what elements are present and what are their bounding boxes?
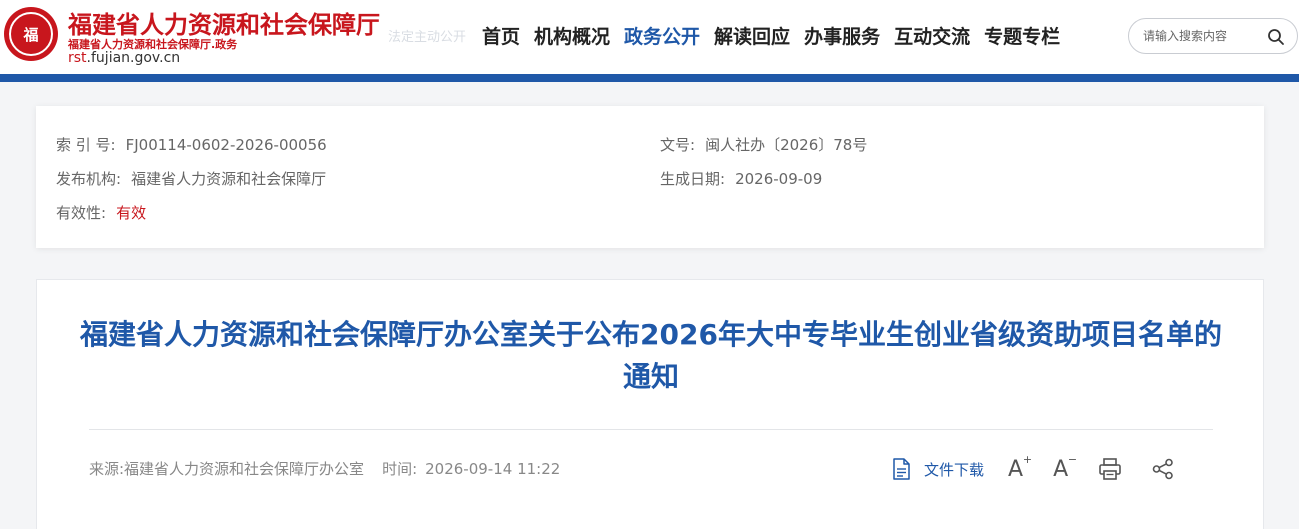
site-domain: rst.fujian.gov.cn <box>68 50 180 66</box>
file-download-label: 文件下载 <box>924 460 985 479</box>
emblem-ring: 福 <box>9 12 53 56</box>
meta-date-value: 2026-09-09 <box>735 170 823 188</box>
font-increase-letter: A <box>1008 456 1024 482</box>
emblem-logo[interactable]: 福 <box>4 7 58 61</box>
font-increase-mark: + <box>1022 452 1033 466</box>
font-decrease-letter: A <box>1053 456 1069 482</box>
article-info: 来源:福建省人力资源和社会保障厅办公室 时间: 2026-09-14 11:22 <box>89 458 560 479</box>
title-divider <box>89 429 1213 430</box>
document-icon <box>893 458 910 480</box>
share-icon <box>1152 458 1173 480</box>
meta-index-value: FJ00114-0602-2026-00056 <box>125 136 327 154</box>
nav-item-home[interactable]: 首页 <box>482 22 520 49</box>
file-download-button[interactable]: 文件下载 <box>892 458 1008 480</box>
nav-item-interpretation[interactable]: 解读回应 <box>714 22 790 49</box>
meta-validity-value: 有效 <box>116 204 147 222</box>
article-tools: 文件下载 A + A − <box>892 453 1174 484</box>
article-source: 来源:福建省人力资源和社会保障厅办公室 <box>89 460 365 478</box>
meta-doc-number: 文号: 闽人社办〔2026〕78号 <box>660 134 867 155</box>
nav-item-services[interactable]: 办事服务 <box>804 22 880 49</box>
nav-item-topics[interactable]: 专题专栏 <box>984 22 1060 49</box>
nav-item-interaction[interactable]: 互动交流 <box>894 22 970 49</box>
meta-issuer-label: 发布机构: <box>56 170 122 188</box>
meta-issuer-value: 福建省人力资源和社会保障厅 <box>131 170 327 188</box>
meta-doc-number-label: 文号: <box>660 136 696 154</box>
site-header: 福 福建省人力资源和社会保障厅 福建省人力资源和社会保障厅.政务 rst.fuj… <box>0 0 1299 74</box>
printer-icon <box>1099 458 1121 480</box>
font-decrease-mark: − <box>1067 452 1078 466</box>
meta-validity: 有效性: 有效 <box>56 202 146 223</box>
search-box <box>1128 18 1298 54</box>
meta-date: 生成日期: 2026-09-09 <box>660 168 822 189</box>
meta-validity-label: 有效性: <box>56 204 107 222</box>
header-accent-bar <box>0 74 1299 82</box>
search-icon[interactable] <box>1267 28 1285 46</box>
font-decrease-icon: A − <box>1053 453 1077 482</box>
meta-doc-number-value: 闽人社办〔2026〕78号 <box>705 136 868 154</box>
site-title[interactable]: 福建省人力资源和社会保障厅 <box>68 5 380 40</box>
meta-date-label: 生成日期: <box>660 170 726 188</box>
watermark-text: 法定主动公开 <box>388 30 467 45</box>
nav-item-about[interactable]: 机构概况 <box>534 22 610 49</box>
font-increase-icon: A + <box>1008 453 1032 482</box>
print-button[interactable] <box>1098 458 1122 480</box>
article-time-label: 时间: <box>382 460 418 478</box>
search-input[interactable] <box>1143 27 1263 45</box>
font-increase-button[interactable]: A + <box>1008 453 1032 482</box>
domain-prefix: rst <box>68 50 87 66</box>
emblem-text: 福 <box>23 25 39 44</box>
share-button[interactable] <box>1152 458 1174 480</box>
nav-item-government-affairs[interactable]: 政务公开 <box>624 22 700 49</box>
article-time-value: 2026-09-14 11:22 <box>425 460 561 478</box>
meta-index-label: 索 引 号: <box>56 136 116 154</box>
meta-issuer: 发布机构: 福建省人力资源和社会保障厅 <box>56 168 326 189</box>
article-card: 福建省人力资源和社会保障厅办公室关于公布2026年大中专毕业生创业省级资助项目名… <box>36 279 1264 529</box>
meta-index: 索 引 号: FJ00114-0602-2026-00056 <box>56 134 327 155</box>
domain-suffix: .fujian.gov.cn <box>86 50 181 66</box>
font-decrease-button[interactable]: A − <box>1053 453 1077 482</box>
article-title: 福建省人力资源和社会保障厅办公室关于公布2026年大中专毕业生创业省级资助项目名… <box>80 318 1222 393</box>
document-meta-card: 索 引 号: FJ00114-0602-2026-00056 文号: 闽人社办〔20… <box>36 106 1264 248</box>
main-nav: 首页 机构概况 政务公开 解读回应 办事服务 互动交流 专题专栏 <box>482 22 1060 49</box>
